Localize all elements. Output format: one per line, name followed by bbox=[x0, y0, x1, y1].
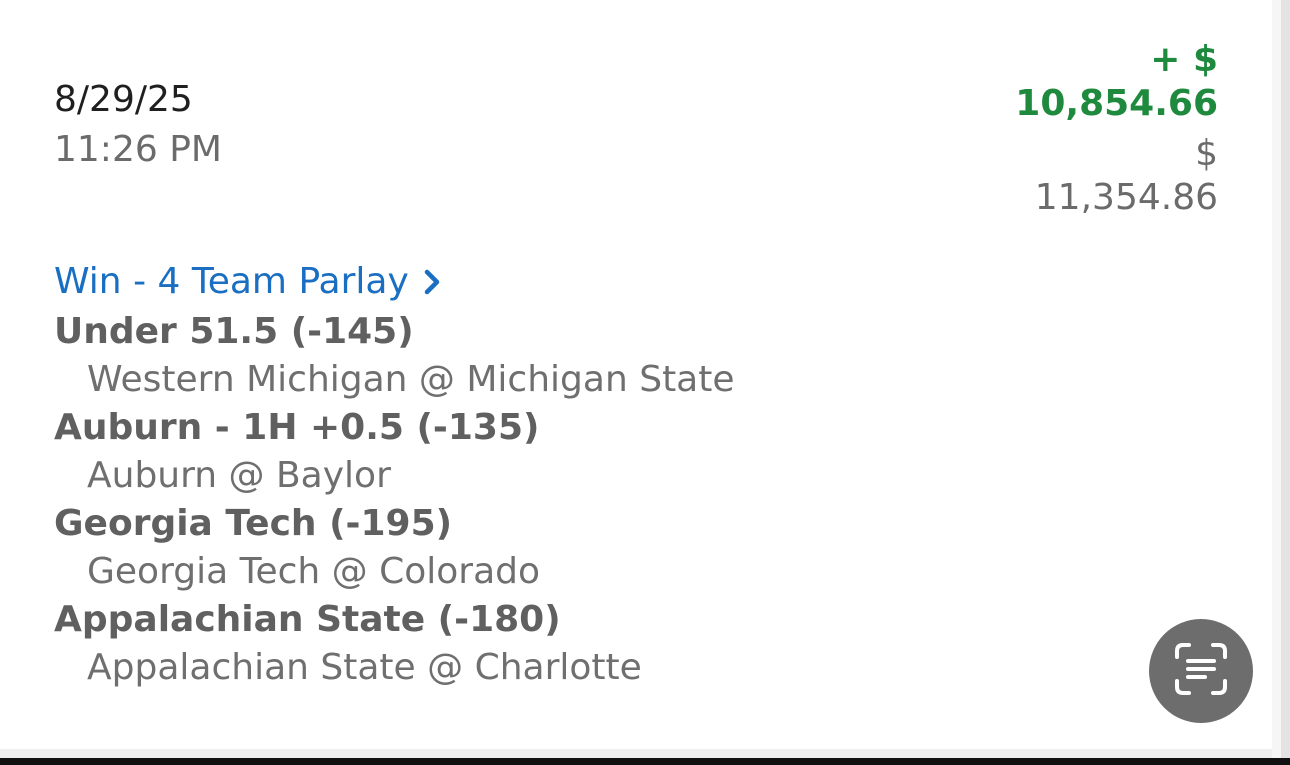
leg-pick: Georgia Tech (-195) bbox=[54, 503, 453, 544]
parlay-leg: Appalachian State (-180) Appalachian Sta… bbox=[54, 596, 735, 692]
card-divider bbox=[0, 749, 1272, 758]
leg-game: Western Michigan @ Michigan State bbox=[87, 359, 735, 400]
scan-text-button[interactable] bbox=[1149, 619, 1253, 723]
parlay-legs: Under 51.5 (-145) Western Michigan @ Mic… bbox=[54, 308, 735, 692]
leg-pick: Appalachian State (-180) bbox=[54, 599, 561, 640]
parlay-leg: Under 51.5 (-145) Western Michigan @ Mic… bbox=[54, 308, 735, 404]
leg-pick: Under 51.5 (-145) bbox=[54, 311, 414, 352]
bet-time: 11:26 PM bbox=[54, 129, 222, 170]
total-amount: 11,354.86 bbox=[1034, 177, 1218, 218]
bet-history-card: 8/29/25 11:26 PM + $ 10,854.66 $ 11,354.… bbox=[0, 0, 1290, 765]
leg-game: Georgia Tech @ Colorado bbox=[87, 551, 541, 592]
leg-pick: Auburn - 1H +0.5 (-135) bbox=[54, 407, 540, 448]
total-amount-prefix: $ bbox=[1195, 133, 1218, 174]
scan-text-icon bbox=[1171, 639, 1231, 703]
parlay-details-link[interactable]: Win - 4 Team Parlay bbox=[54, 260, 445, 304]
win-amount-prefix: + $ bbox=[1150, 39, 1218, 80]
bottom-bar bbox=[0, 758, 1290, 765]
chevron-right-icon bbox=[423, 260, 445, 304]
parlay-leg: Georgia Tech (-195) Georgia Tech @ Color… bbox=[54, 500, 735, 596]
win-amount: 10,854.66 bbox=[1015, 83, 1218, 124]
parlay-leg: Auburn - 1H +0.5 (-135) Auburn @ Baylor bbox=[54, 404, 735, 500]
leg-game: Appalachian State @ Charlotte bbox=[87, 647, 642, 688]
amounts-block: + $ 10,854.66 $ 11,354.86 bbox=[1015, 38, 1218, 220]
scrollbar-track[interactable] bbox=[1272, 0, 1290, 765]
parlay-link-label: Win - 4 Team Parlay bbox=[54, 261, 409, 302]
leg-game: Auburn @ Baylor bbox=[87, 455, 391, 496]
bet-date: 8/29/25 bbox=[54, 79, 193, 120]
